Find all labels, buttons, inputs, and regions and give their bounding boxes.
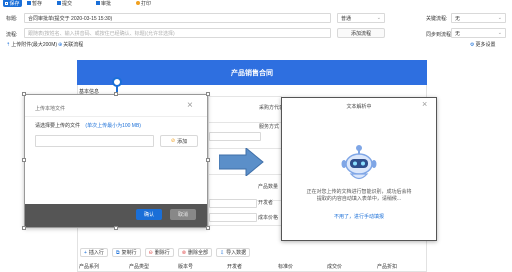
contract-header: 产品销售合同 xyxy=(77,60,427,85)
column-header: 版本号 xyxy=(178,264,194,270)
delete-all-icon: ⊗ xyxy=(181,249,186,256)
chevron-down-icon: ⌄ xyxy=(497,15,502,21)
title-field[interactable]: 合同审批单(提交于 2020-03-15 15:30) xyxy=(24,13,331,23)
file-prompt: 请选择要上传的文件 (单次上传最小为100 MB) xyxy=(35,123,141,129)
sync-select[interactable]: 无 ⌄ xyxy=(451,28,506,38)
save-icon xyxy=(5,1,9,5)
field-label-cost: 成本价格 xyxy=(258,214,279,221)
resize-handle[interactable] xyxy=(206,158,210,162)
column-header: 产品折扣 xyxy=(377,264,398,270)
submit-icon xyxy=(57,1,61,5)
browse-button[interactable]: ⊘ 添加 xyxy=(160,135,198,147)
resize-handle[interactable] xyxy=(22,92,26,96)
parse-message: 正在对您上传的文档进行智能识别，成功后会将 提取的内容自动填入表单中，请稍候..… xyxy=(306,189,412,202)
chevron-down-icon: ⌄ xyxy=(497,30,502,36)
save-button[interactable]: 保存 xyxy=(3,0,22,7)
resize-handle[interactable] xyxy=(22,226,26,230)
approve-button[interactable]: 审批 xyxy=(96,0,111,7)
row-actions: + 插入行 ⧉ 复制行 ⊖ 删除行 ⊗ 删除全部 ⇩ 导入数据 xyxy=(80,248,360,258)
copy-row-icon: ⧉ xyxy=(115,249,120,256)
field-label-quantity: 产品数量 xyxy=(258,183,279,190)
close-icon[interactable]: × xyxy=(422,99,427,109)
resize-handle[interactable] xyxy=(22,158,26,162)
top-toolbar: 保存 暂存 提交 审批 打印 xyxy=(0,0,512,9)
dialog-divider xyxy=(25,116,207,117)
field-label-service: 服务方式 xyxy=(259,123,280,130)
column-header: 产品类型 xyxy=(129,264,150,270)
upload-attachment-link[interactable]: ⇡ 上传附件(最大200M) xyxy=(6,41,57,49)
flow-arrow-icon xyxy=(219,148,264,176)
importance-select[interactable]: 无 ⌄ xyxy=(451,13,506,23)
process-input[interactable]: 跟随表(按姓名、输入拼音码、或按住已经确认、标题)(允许非选择) xyxy=(24,28,331,38)
approve-icon xyxy=(96,1,100,5)
resize-handle[interactable] xyxy=(206,92,210,96)
field-input[interactable] xyxy=(209,213,257,222)
resize-handle[interactable] xyxy=(114,226,118,230)
field-input[interactable] xyxy=(209,199,257,208)
import-icon: ⇩ xyxy=(219,249,225,256)
add-process-button[interactable]: 添加流程 xyxy=(337,28,385,38)
draft-button[interactable]: 暂存 xyxy=(27,0,42,7)
resize-handle[interactable] xyxy=(114,92,118,96)
draft-icon xyxy=(27,1,31,5)
delete-row-icon: ⊖ xyxy=(148,249,153,256)
print-button[interactable]: 打印 xyxy=(136,0,151,7)
parse-panel: 文本解析中 × 正在对您上传的文档进行智能识别，成功后会将 提取的内容自动填入表… xyxy=(281,97,437,241)
table-header: 产品系列 产品类型 版本号 开发者 标准价 成交价 产品折扣 xyxy=(77,262,427,272)
dialog-title: 上传本地文件 xyxy=(35,106,66,112)
close-icon[interactable]: × xyxy=(187,100,193,111)
copy-row-button[interactable]: ⧉ 复制行 xyxy=(111,248,141,257)
related-process-link[interactable]: ⊕ 关联流程 xyxy=(58,41,83,49)
sync-label: 同步到流程: xyxy=(426,32,453,38)
confirm-button[interactable]: 确认 xyxy=(136,209,162,220)
robot-icon xyxy=(341,145,377,180)
file-path-input[interactable] xyxy=(35,135,154,147)
field-input[interactable] xyxy=(209,132,261,141)
upload-dialog: 上传本地文件 × 请选择要上传的文件 (单次上传最小为100 MB) ⊘ 添加 … xyxy=(24,94,208,228)
delete-all-button[interactable]: ⊗ 删除全部 xyxy=(177,248,212,257)
more-settings-link[interactable]: ⚙ 更多设置 xyxy=(470,41,496,49)
gear-icon: ⚙ xyxy=(470,41,475,48)
chevron-down-icon: ⌄ xyxy=(376,15,381,21)
link-icon: ⊕ xyxy=(58,41,63,48)
print-icon xyxy=(136,1,140,5)
field-label-developer: 开发者 xyxy=(258,199,274,206)
insert-row-button[interactable]: + 插入行 xyxy=(80,248,108,257)
column-header: 标准价 xyxy=(278,264,294,270)
submit-button[interactable]: 提交 xyxy=(57,0,72,7)
process-label: 流程: xyxy=(6,32,18,38)
column-header: 成交价 xyxy=(327,264,343,270)
title-label: 标题: xyxy=(6,16,18,22)
column-header: 产品系列 xyxy=(79,264,100,270)
resize-handle[interactable] xyxy=(206,226,210,230)
importance-label: 关键流程: xyxy=(426,16,448,22)
import-data-button[interactable]: ⇩ 导入数据 xyxy=(215,248,251,257)
save-label: 保存 xyxy=(9,0,20,7)
upload-icon: ⇡ xyxy=(6,41,11,48)
insert-row-icon: + xyxy=(84,249,87,256)
column-header: 开发者 xyxy=(227,264,243,270)
manual-fill-link[interactable]: 不用了，进行手动填报 xyxy=(282,213,436,220)
parse-title: 文本解析中 xyxy=(346,104,372,110)
delete-row-button[interactable]: ⊖ 删除行 xyxy=(144,248,174,257)
attach-icon: ⊘ xyxy=(170,138,176,144)
priority-select[interactable]: 普通 ⌄ xyxy=(337,13,385,23)
cancel-button[interactable]: 取消 xyxy=(170,209,196,220)
